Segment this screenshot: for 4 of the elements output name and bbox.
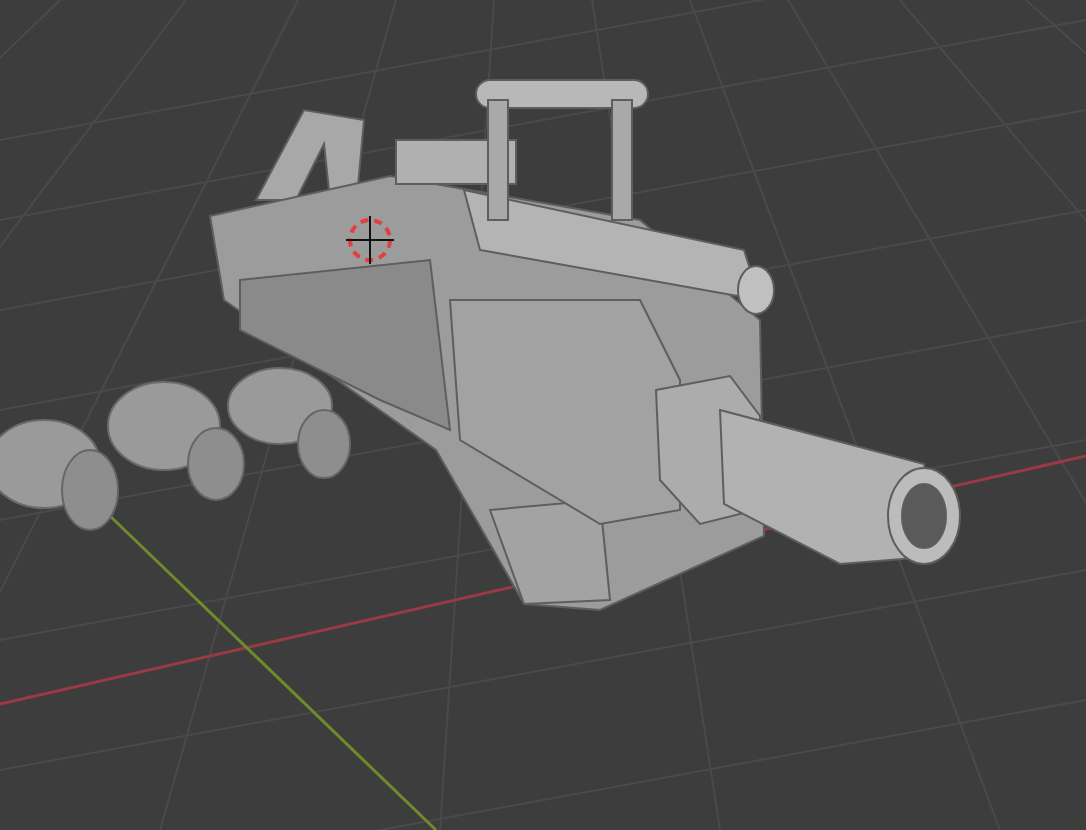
grenade-drawing bbox=[107, 381, 245, 501]
3d-cursor-icon bbox=[345, 215, 395, 265]
grenade-drawing bbox=[227, 367, 351, 479]
grenade-drawing bbox=[0, 419, 119, 531]
